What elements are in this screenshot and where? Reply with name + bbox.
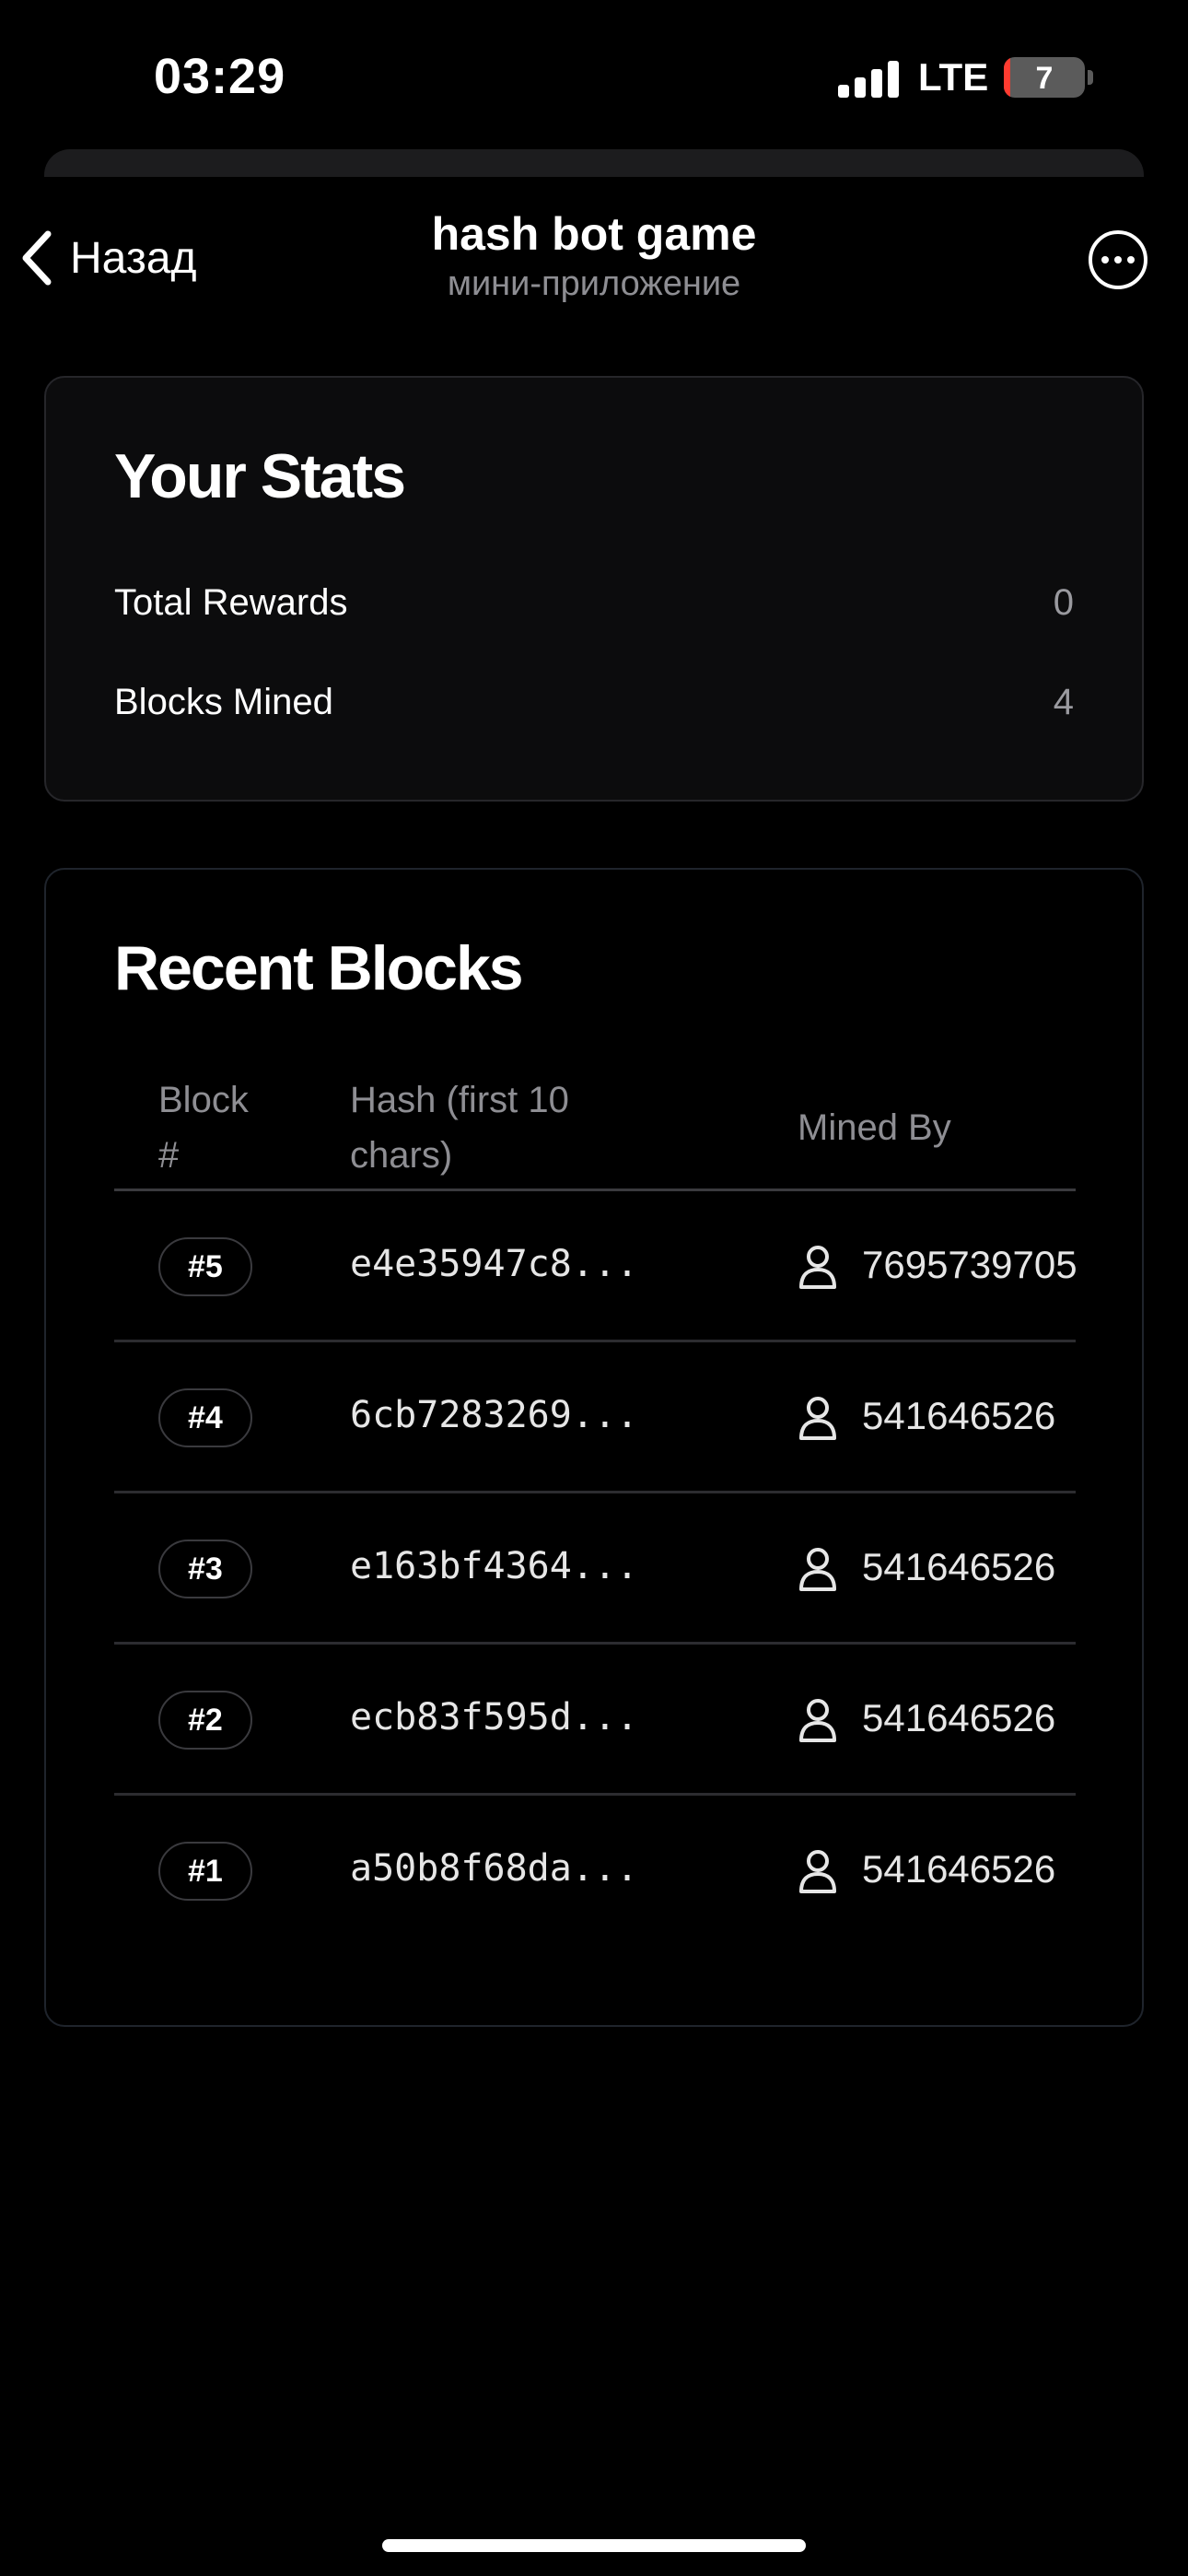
user-icon	[799, 1850, 836, 1893]
more-options-button[interactable]	[1089, 230, 1147, 289]
column-header-hash: Hash (first 10 chars)	[350, 1080, 569, 1176]
block-number-badge: #4	[158, 1388, 252, 1447]
miner-id: 541646526	[862, 1394, 1056, 1437]
table-row: #5 e4e35947c8... 7695739705	[114, 1191, 1077, 1342]
battery-cap	[1088, 70, 1093, 85]
miner-id: 541646526	[862, 1696, 1056, 1739]
block-hash: ecb83f595d...	[350, 1696, 639, 1739]
blocks-table: Block # Hash (first 10 chars) Mined By #…	[114, 1072, 1077, 1947]
column-header-block: Block #	[158, 1080, 249, 1176]
column-header-miner: Mined By	[798, 1107, 951, 1148]
stat-label: Blocks Mined	[114, 682, 333, 722]
battery-level: 7	[1035, 61, 1054, 96]
battery-icon: 7	[1004, 57, 1085, 98]
recent-blocks-title: Recent Blocks	[114, 933, 524, 1003]
cellular-signal-icon	[838, 61, 899, 98]
status-bar: 03:29 LTE 7	[0, 0, 1188, 157]
miner-id: 7695739705	[862, 1243, 1077, 1286]
stat-row-blocks-mined: Blocks Mined 4	[114, 682, 1074, 723]
home-indicator[interactable]	[382, 2539, 806, 2552]
block-hash: 6cb7283269...	[350, 1394, 639, 1436]
app-title: hash bot game	[431, 208, 757, 260]
block-hash: a50b8f68da...	[350, 1847, 639, 1890]
user-icon	[799, 1246, 836, 1289]
ellipsis-dot	[1114, 256, 1122, 263]
ellipsis-dot	[1101, 256, 1109, 263]
block-number-badge: #3	[158, 1540, 252, 1598]
stat-row-total-rewards: Total Rewards 0	[114, 582, 1074, 624]
user-icon	[799, 1548, 836, 1591]
table-row: #3 e163bf4364... 541646526	[114, 1493, 1076, 1645]
block-number-badge: #2	[158, 1691, 252, 1750]
block-hash: e4e35947c8...	[350, 1243, 639, 1285]
stats-title: Your Stats	[114, 441, 406, 511]
app-subtitle: мини-приложение	[447, 264, 741, 303]
network-type: LTE	[918, 55, 989, 99]
table-row: #4 6cb7283269... 541646526	[114, 1342, 1076, 1493]
block-number-badge: #1	[158, 1842, 252, 1901]
recent-blocks-card: Recent Blocks Block # Hash (first 10 cha…	[44, 868, 1144, 2027]
navigation-bar: Назад hash bot game мини-приложение	[0, 189, 1188, 327]
stat-value: 4	[1053, 682, 1074, 722]
stat-value: 0	[1053, 582, 1074, 623]
table-row: #1 a50b8f68da... 541646526	[114, 1796, 1076, 1947]
miner-id: 541646526	[862, 1545, 1056, 1588]
block-number-badge: #5	[158, 1237, 252, 1296]
table-header: Block # Hash (first 10 chars) Mined By	[114, 1072, 1076, 1191]
table-row: #2 ecb83f595d... 541646526	[114, 1645, 1076, 1796]
stats-card: Your Stats Total Rewards 0 Blocks Mined …	[44, 376, 1144, 802]
user-icon	[799, 1397, 836, 1440]
miner-id: 541646526	[862, 1847, 1056, 1891]
block-hash: e163bf4364...	[350, 1545, 639, 1587]
ellipsis-dot	[1127, 256, 1135, 263]
user-icon	[799, 1699, 836, 1742]
status-time: 03:29	[154, 49, 286, 104]
stat-label: Total Rewards	[114, 582, 348, 623]
